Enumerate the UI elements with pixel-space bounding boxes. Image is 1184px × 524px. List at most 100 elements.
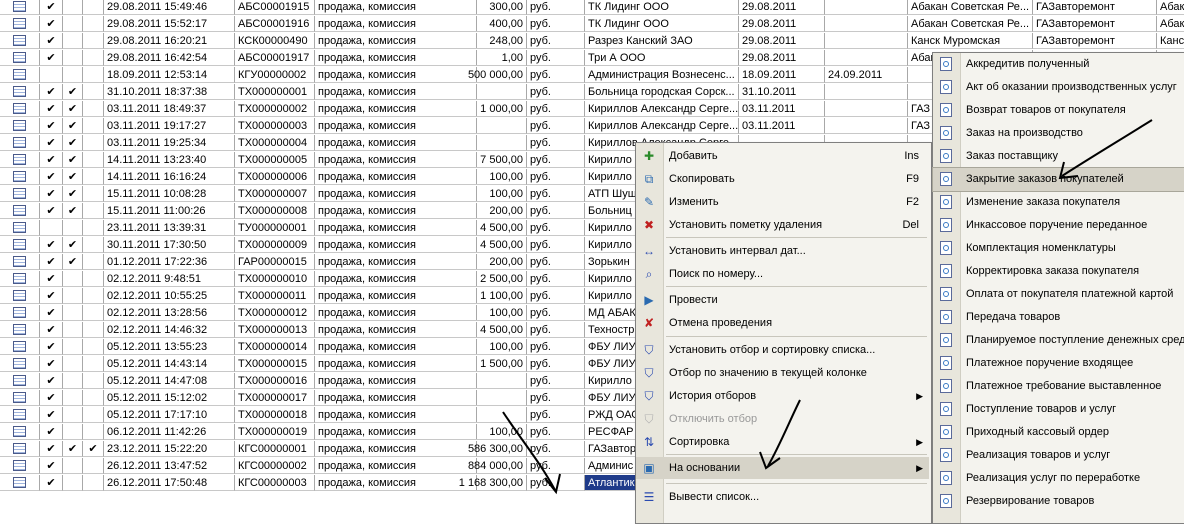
cell-sum[interactable] [425, 407, 527, 423]
cell-st[interactable]: Абакан Советская Ре... [908, 16, 1033, 32]
cell-cur[interactable]: руб. [527, 135, 585, 151]
cell-d2[interactable] [825, 118, 908, 134]
cell-date[interactable]: 14.11.2011 13:23:40 [104, 152, 235, 168]
cell-c1[interactable]: ✔ [40, 0, 63, 15]
cell-c3[interactable] [83, 254, 104, 270]
cell-sum[interactable] [425, 390, 527, 406]
cell-sum[interactable]: 100,00 [425, 339, 527, 355]
cell-c3[interactable] [83, 203, 104, 219]
menu-item-print-list[interactable]: ☰ Вывести список... [636, 486, 929, 508]
cell-cur[interactable]: руб. [527, 152, 585, 168]
cell-num[interactable]: АБС00001916 [235, 16, 315, 32]
cell-sum[interactable]: 300,00 [425, 0, 527, 15]
cell-num[interactable]: ТХ000000012 [235, 305, 315, 321]
submenu-item[interactable]: Комплектация номенклатуры [933, 237, 1184, 260]
cell-c2[interactable] [63, 407, 83, 423]
cell-st[interactable]: Абакан Советская Ре... [908, 0, 1033, 15]
cell-sum[interactable]: 2 500,00 [425, 271, 527, 287]
cell-cur[interactable]: руб. [527, 220, 585, 236]
cell-c1[interactable]: ✔ [40, 390, 63, 406]
cell-c1[interactable]: ✔ [40, 203, 63, 219]
cell-num[interactable]: КСК00000490 [235, 33, 315, 49]
cell-c2[interactable]: ✔ [63, 237, 83, 253]
cell-num[interactable]: ТХ000000013 [235, 322, 315, 338]
cell-c3[interactable] [83, 101, 104, 117]
cell-cur[interactable]: руб. [527, 390, 585, 406]
cell-c2[interactable] [63, 356, 83, 372]
cell-cp[interactable]: Кириллов Александр Серге... [585, 101, 739, 117]
submenu-item[interactable]: Изменение заказа покупателя [933, 191, 1184, 214]
cell-d1[interactable]: 03.11.2011 [739, 101, 825, 117]
cell-date[interactable]: 05.12.2011 14:43:14 [104, 356, 235, 372]
cell-sum[interactable]: 4 500,00 [425, 322, 527, 338]
cell-c1[interactable]: ✔ [40, 50, 63, 66]
cell-c1[interactable]: ✔ [40, 458, 63, 474]
cell-c3[interactable] [83, 458, 104, 474]
cell-date[interactable]: 05.12.2011 17:17:10 [104, 407, 235, 423]
submenu-item[interactable]: Возврат товаров от покупателя [933, 99, 1184, 122]
cell-cur[interactable]: руб. [527, 356, 585, 372]
cell-cur[interactable]: руб. [527, 424, 585, 440]
submenu-item[interactable]: Приходный кассовый ордер [933, 421, 1184, 444]
cell-date[interactable]: 03.11.2011 19:17:27 [104, 118, 235, 134]
cell-c2[interactable] [63, 33, 83, 49]
cell-c2[interactable] [63, 50, 83, 66]
cell-sum[interactable]: 4 500,00 [425, 237, 527, 253]
cell-org[interactable]: ГАЗавторемонт [1033, 33, 1157, 49]
cell-cp[interactable]: ТК Лидинг ООО [585, 16, 739, 32]
cell-cur[interactable]: руб. [527, 441, 585, 457]
cell-d2[interactable] [825, 50, 908, 66]
cell-num[interactable]: ГАР00000015 [235, 254, 315, 270]
cell-d2[interactable] [825, 16, 908, 32]
cell-num[interactable]: ТХ000000011 [235, 288, 315, 304]
cell-c3[interactable] [83, 152, 104, 168]
menu-item-add[interactable]: ✚ Добавить Ins [636, 145, 929, 167]
cell-c3[interactable] [83, 407, 104, 423]
cell-c3[interactable] [83, 67, 104, 83]
cell-num[interactable]: АБС00001917 [235, 50, 315, 66]
cell-c2[interactable]: ✔ [63, 152, 83, 168]
cell-cur[interactable]: руб. [527, 339, 585, 355]
cell-num[interactable]: ТХ000000006 [235, 169, 315, 185]
cell-date[interactable]: 15.11.2011 10:08:28 [104, 186, 235, 202]
cell-c1[interactable]: ✔ [40, 33, 63, 49]
cell-sum[interactable]: 200,00 [425, 254, 527, 270]
cell-cur[interactable]: руб. [527, 237, 585, 253]
cell-date[interactable]: 15.11.2011 11:00:26 [104, 203, 235, 219]
cell-cp[interactable]: Разрез Канский ЗАО [585, 33, 739, 49]
menu-item-filter-history[interactable]: ⛉ История отборов ▶ [636, 385, 929, 407]
cell-cur[interactable]: руб. [527, 186, 585, 202]
cell-num[interactable]: АБС00001915 [235, 0, 315, 15]
cell-num[interactable]: ТХ000000005 [235, 152, 315, 168]
cell-d2[interactable] [825, 33, 908, 49]
cell-date[interactable]: 02.12.2011 14:46:32 [104, 322, 235, 338]
menu-item-date-interval[interactable]: ↔ Установить интервал дат... [636, 240, 929, 262]
cell-c2[interactable]: ✔ [63, 169, 83, 185]
cell-d1[interactable]: 29.08.2011 [739, 0, 825, 15]
cell-st[interactable]: Канск Муромская [908, 33, 1033, 49]
cell-c3[interactable] [83, 84, 104, 100]
cell-d1[interactable]: 31.10.2011 [739, 84, 825, 100]
cell-cp[interactable]: Администрация Вознесенс... [585, 67, 739, 83]
table-row[interactable]: ✔ 29.08.2011 15:52:17 АБС00001916 продажа, … [0, 16, 1184, 33]
submenu-item[interactable]: Реализация товаров и услуг [933, 444, 1184, 467]
cell-c3[interactable] [83, 339, 104, 355]
cell-d2[interactable] [825, 101, 908, 117]
cell-c3[interactable] [83, 50, 104, 66]
cell-c3[interactable] [83, 16, 104, 32]
cell-date[interactable]: 29.08.2011 15:49:46 [104, 0, 235, 15]
submenu-item[interactable]: Заказ поставщику [933, 145, 1184, 168]
cell-sum[interactable]: 7 500,00 [425, 152, 527, 168]
cell-cur[interactable]: руб. [527, 169, 585, 185]
cell-date[interactable]: 02.12.2011 13:28:56 [104, 305, 235, 321]
submenu-item[interactable]: Оплата от покупателя платежной картой [933, 283, 1184, 306]
cell-c1[interactable]: ✔ [40, 16, 63, 32]
cell-cur[interactable]: руб. [527, 33, 585, 49]
cell-c3[interactable] [83, 135, 104, 151]
cell-c1[interactable]: ✔ [40, 271, 63, 287]
submenu-item[interactable]: Заказ на производство [933, 122, 1184, 145]
cell-c2[interactable] [63, 390, 83, 406]
cell-c1[interactable]: ✔ [40, 186, 63, 202]
cell-cur[interactable]: руб. [527, 101, 585, 117]
submenu-item[interactable]: Инкассовое поручение переданное [933, 214, 1184, 237]
